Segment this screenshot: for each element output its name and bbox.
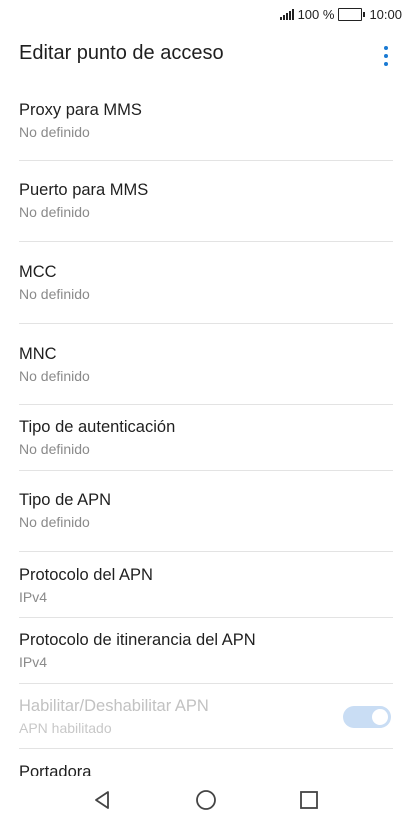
recents-square-icon — [300, 791, 318, 809]
setting-label: Protocolo del APN — [19, 566, 153, 584]
clock: 10:00 — [369, 6, 402, 22]
signal-icon — [279, 8, 294, 20]
setting-label: Puerto para MMS — [19, 181, 149, 199]
setting-mnc[interactable]: MNC No definido — [0, 324, 412, 404]
home-button[interactable] — [194, 788, 218, 812]
recents-button[interactable] — [297, 788, 321, 812]
setting-apn-enable: Habilitar/Deshabilitar APN APN habilitad… — [0, 684, 412, 748]
settings-list: Proxy para MMS No definido Puerto para M… — [0, 84, 412, 789]
setting-apn-roaming-protocol[interactable]: Protocolo de itinerancia del APN IPv4 — [0, 618, 412, 683]
setting-apn-protocol[interactable]: Protocolo del APN IPv4 — [0, 552, 412, 617]
setting-label: Proxy para MMS — [19, 101, 142, 119]
back-button[interactable] — [91, 788, 115, 812]
setting-mcc[interactable]: MCC No definido — [0, 242, 412, 323]
toggle-knob — [372, 709, 388, 725]
setting-value: IPv4 — [19, 654, 48, 670]
back-triangle-icon — [95, 791, 109, 809]
apn-enable-toggle — [343, 706, 391, 728]
setting-label: Tipo de autenticación — [19, 418, 176, 436]
battery-percentage: 100 % — [297, 6, 335, 22]
more-vert-icon — [384, 46, 388, 50]
setting-mms-proxy[interactable]: Proxy para MMS No definido — [0, 84, 412, 160]
setting-value: No definido — [19, 441, 90, 457]
setting-value: No definido — [19, 368, 90, 384]
battery-icon — [338, 7, 366, 21]
more-options-button[interactable] — [374, 42, 398, 70]
status-bar: 100 % 10:00 — [0, 0, 412, 28]
status-indicators: 100 % 10:00 — [279, 6, 402, 22]
setting-mms-port[interactable]: Puerto para MMS No definido — [0, 161, 412, 241]
setting-value: No definido — [19, 514, 90, 530]
setting-value: No definido — [19, 204, 90, 220]
app-bar: Editar punto de acceso — [0, 28, 412, 84]
setting-value: No definido — [19, 124, 90, 140]
setting-label: MNC — [19, 345, 57, 363]
setting-label: MCC — [19, 263, 57, 281]
setting-value: No definido — [19, 286, 90, 302]
navigation-bar — [0, 776, 412, 824]
setting-auth-type[interactable]: Tipo de autenticación No definido — [0, 405, 412, 470]
setting-value: IPv4 — [19, 589, 48, 605]
setting-label: Tipo de APN — [19, 491, 112, 509]
home-circle-icon — [196, 790, 216, 810]
page-title: Editar punto de acceso — [19, 42, 224, 64]
setting-apn-type[interactable]: Tipo de APN No definido — [0, 471, 412, 551]
setting-label: Protocolo de itinerancia del APN — [19, 631, 256, 649]
